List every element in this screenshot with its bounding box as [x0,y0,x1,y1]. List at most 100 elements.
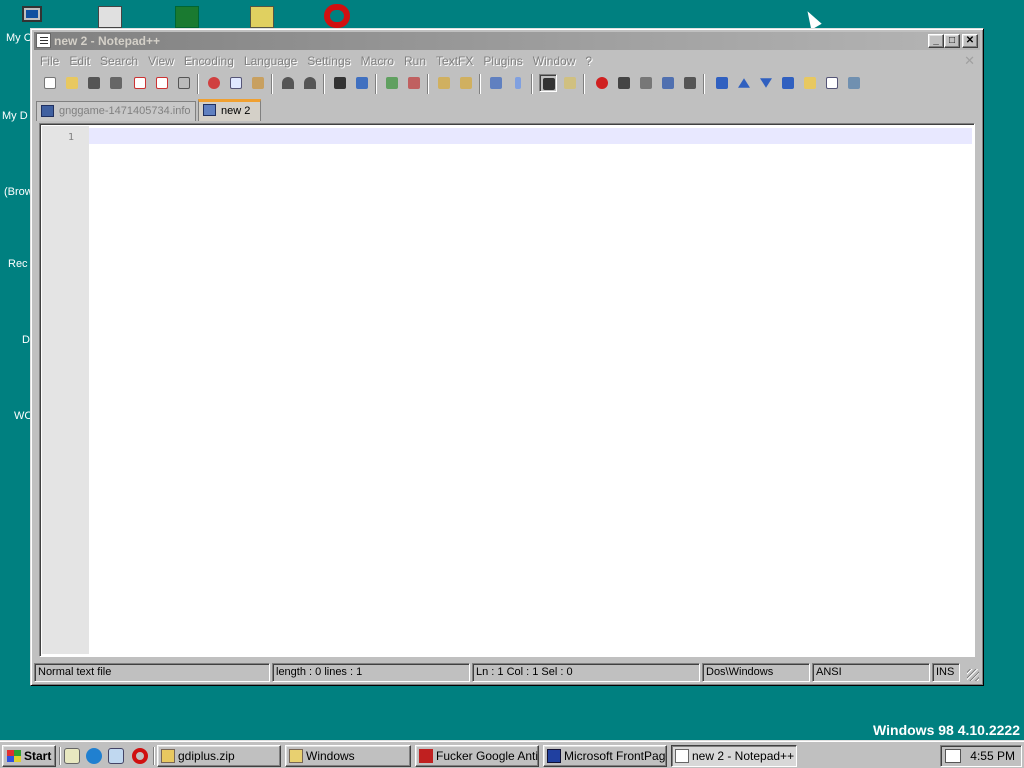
menu-window[interactable]: Window [528,52,581,70]
task-gdiplus-zip[interactable]: gdiplus.zip [157,745,281,767]
status-file-type: Normal text file [34,663,270,682]
show-all-chars-icon[interactable] [509,74,527,92]
start-button[interactable]: Start [2,745,56,767]
sync-vertical-icon[interactable] [435,74,453,92]
frontpage-icon [547,749,561,763]
maximize-button[interactable]: □ [944,34,960,48]
menu-view[interactable]: View [143,52,179,70]
menu-language[interactable]: Language [239,52,302,70]
fg-app-icon [419,749,433,763]
line-number: 1 [67,132,74,143]
show-desktop-icon[interactable] [64,748,80,764]
clock[interactable]: 4:55 PM [970,746,1015,766]
editor-area[interactable]: 1 [39,123,975,657]
window-icon[interactable] [823,74,841,92]
close-document-icon[interactable]: ✕ [964,52,975,70]
scheduler-icon [250,6,274,28]
redo-icon[interactable] [301,74,319,92]
zoom-in-icon[interactable] [383,74,401,92]
desktop-icon-top-3[interactable] [248,4,276,28]
toolbar-separator [479,74,481,94]
open-file-icon[interactable] [63,74,81,92]
replace-icon[interactable] [353,74,371,92]
stop-macro-icon[interactable] [615,74,633,92]
menu-settings[interactable]: Settings [302,52,355,70]
outlook-express-icon[interactable] [108,748,124,764]
line-number-gutter: 1 [42,126,89,654]
unsaved-file-icon [203,104,216,116]
internet-explorer-icon[interactable] [86,748,102,764]
tab-gnggame-info[interactable]: gnggame-1471405734.info [36,101,196,121]
folder-icon[interactable] [801,74,819,92]
run-macro-multiple-icon[interactable] [659,74,677,92]
current-line-highlight[interactable] [89,128,972,144]
excel-icon [175,6,199,28]
copy-icon[interactable] [227,74,245,92]
user-lang-icon[interactable] [561,74,579,92]
arrow-up-icon[interactable] [735,74,753,92]
windows-version-text: Windows 98 4.10.2222 [873,722,1020,738]
menu-bar: File Edit Search View Encoding Language Settin… [35,52,979,70]
spell-check-icon[interactable] [845,74,863,92]
task-fucker-google[interactable]: Fucker Google Anti... [415,745,539,767]
title-bar[interactable]: new 2 - Notepad++ _ □ ✕ [34,32,980,50]
desktop-icon-top-2[interactable] [173,4,201,28]
toolbar-separator [703,74,705,94]
arrow-down-icon[interactable] [757,74,775,92]
close-all-icon[interactable] [153,74,171,92]
minimize-button[interactable]: _ [928,34,944,48]
cut-icon[interactable] [205,74,223,92]
status-eol-format[interactable]: Dos\Windows [702,663,810,682]
menu-macro[interactable]: Macro [356,52,399,70]
undo-icon[interactable] [279,74,297,92]
task-label: Fucker Google Anti... [436,749,539,763]
paste-icon[interactable] [249,74,267,92]
menu-search[interactable]: Search [95,52,143,70]
task-label: Windows [306,749,355,763]
menu-help[interactable]: ? [580,52,597,70]
desktop-icon-top-1[interactable] [96,4,124,28]
sync-horizontal-icon[interactable] [457,74,475,92]
save-all-icon[interactable] [107,74,125,92]
play-macro-icon[interactable] [637,74,655,92]
menu-file[interactable]: File [35,52,64,70]
menu-plugins[interactable]: Plugins [478,52,527,70]
task-frontpage[interactable]: Microsoft FrontPage [543,745,667,767]
opera-quicklaunch-icon[interactable] [132,748,148,764]
record-macro-icon[interactable] [593,74,611,92]
taskbar: Start gdiplus.zip Windows Fucker Google … [0,740,1024,768]
task-notepadpp[interactable]: new 2 - Notepad++ [671,745,797,767]
taskbar-separator [153,747,155,765]
close-file-icon[interactable] [131,74,149,92]
menu-run[interactable]: Run [399,52,431,70]
textfx-icon-1[interactable] [713,74,731,92]
status-position: Ln : 1 Col : 1 Sel : 0 [472,663,700,682]
scheduler-tray-icon[interactable] [945,749,961,763]
task-label: Microsoft FrontPage [564,749,667,763]
find-icon[interactable] [331,74,349,92]
document-tabs: gnggame-1471405734.info new 2 [36,99,978,121]
resize-grip[interactable] [967,669,979,681]
notepad-app-icon [36,33,51,48]
save-macro-icon[interactable] [681,74,699,92]
status-length-lines: length : 0 lines : 1 [272,663,470,682]
close-button[interactable]: ✕ [962,34,978,48]
menu-textfx[interactable]: TextFX [431,52,478,70]
indent-guide-icon[interactable] [539,74,557,92]
window-title: new 2 - Notepad++ [54,34,161,48]
print-icon[interactable] [175,74,193,92]
word-wrap-icon[interactable] [487,74,505,92]
tab-new-2[interactable]: new 2 [198,99,261,121]
textfx-icon-2[interactable] [779,74,797,92]
toolbar-separator [323,74,325,94]
save-icon[interactable] [85,74,103,92]
desktop-icon-top-4[interactable] [322,2,352,28]
status-insert-mode: INS [932,663,960,682]
zoom-out-icon[interactable] [405,74,423,92]
windows-logo-icon [7,750,21,762]
task-windows-folder[interactable]: Windows [285,745,411,767]
new-file-icon[interactable] [41,74,59,92]
menu-edit[interactable]: Edit [64,52,95,70]
toolbar-separator [531,74,533,94]
menu-encoding[interactable]: Encoding [179,52,239,70]
